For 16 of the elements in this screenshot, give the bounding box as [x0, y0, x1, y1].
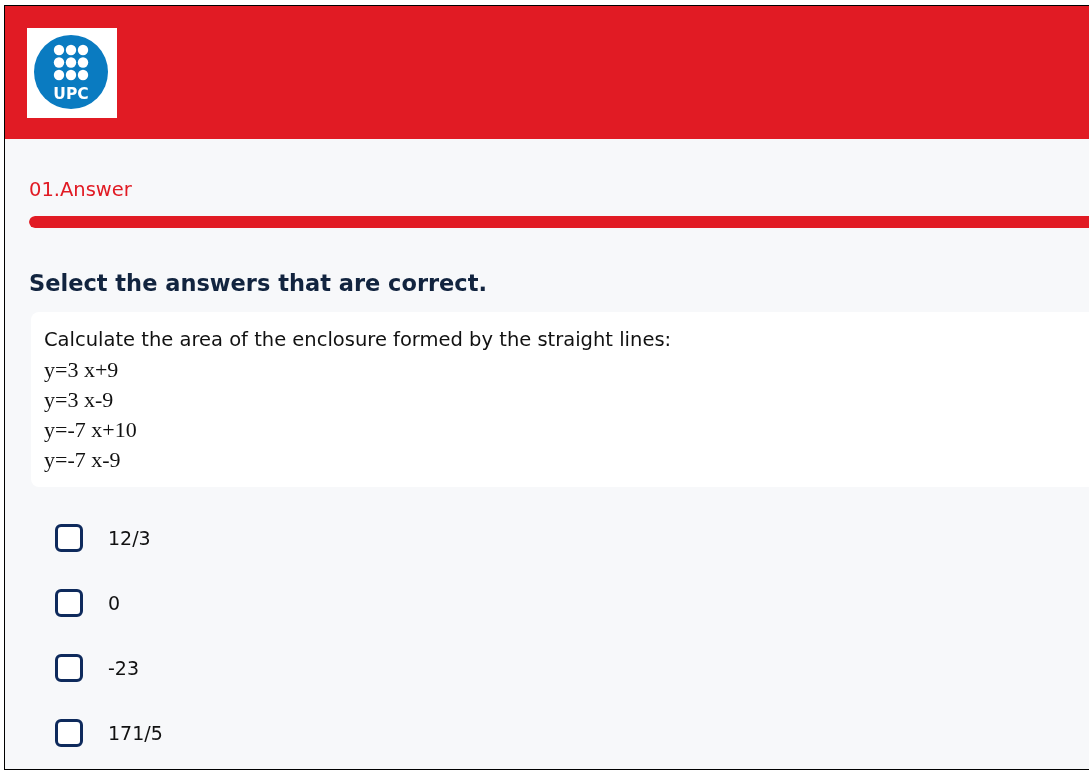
answer-label: 171/5: [108, 720, 163, 746]
answer-checkbox[interactable]: [55, 523, 83, 552]
answer-checkbox[interactable]: [55, 653, 83, 682]
question-instruction: Select the answers that are correct.: [29, 269, 487, 298]
answer-label: 12/3: [108, 525, 151, 551]
answer-label: -23: [108, 655, 140, 681]
equation-text: y=-7 x+10: [44, 416, 137, 444]
university-logo: UPC: [27, 28, 117, 118]
equation-text: y=3 x-9: [44, 386, 114, 414]
answer-checkbox[interactable]: [55, 588, 83, 617]
section-title: 01.Answer: [29, 177, 132, 203]
equation-text: y=-7 x-9: [44, 446, 121, 474]
answer-label: 0: [108, 590, 121, 616]
question-text: Calculate the area of the enclosure formed by the straight lines:: [44, 327, 672, 353]
answer-checkbox[interactable]: [55, 718, 83, 747]
equation-text: y=3 x+9: [44, 356, 119, 384]
